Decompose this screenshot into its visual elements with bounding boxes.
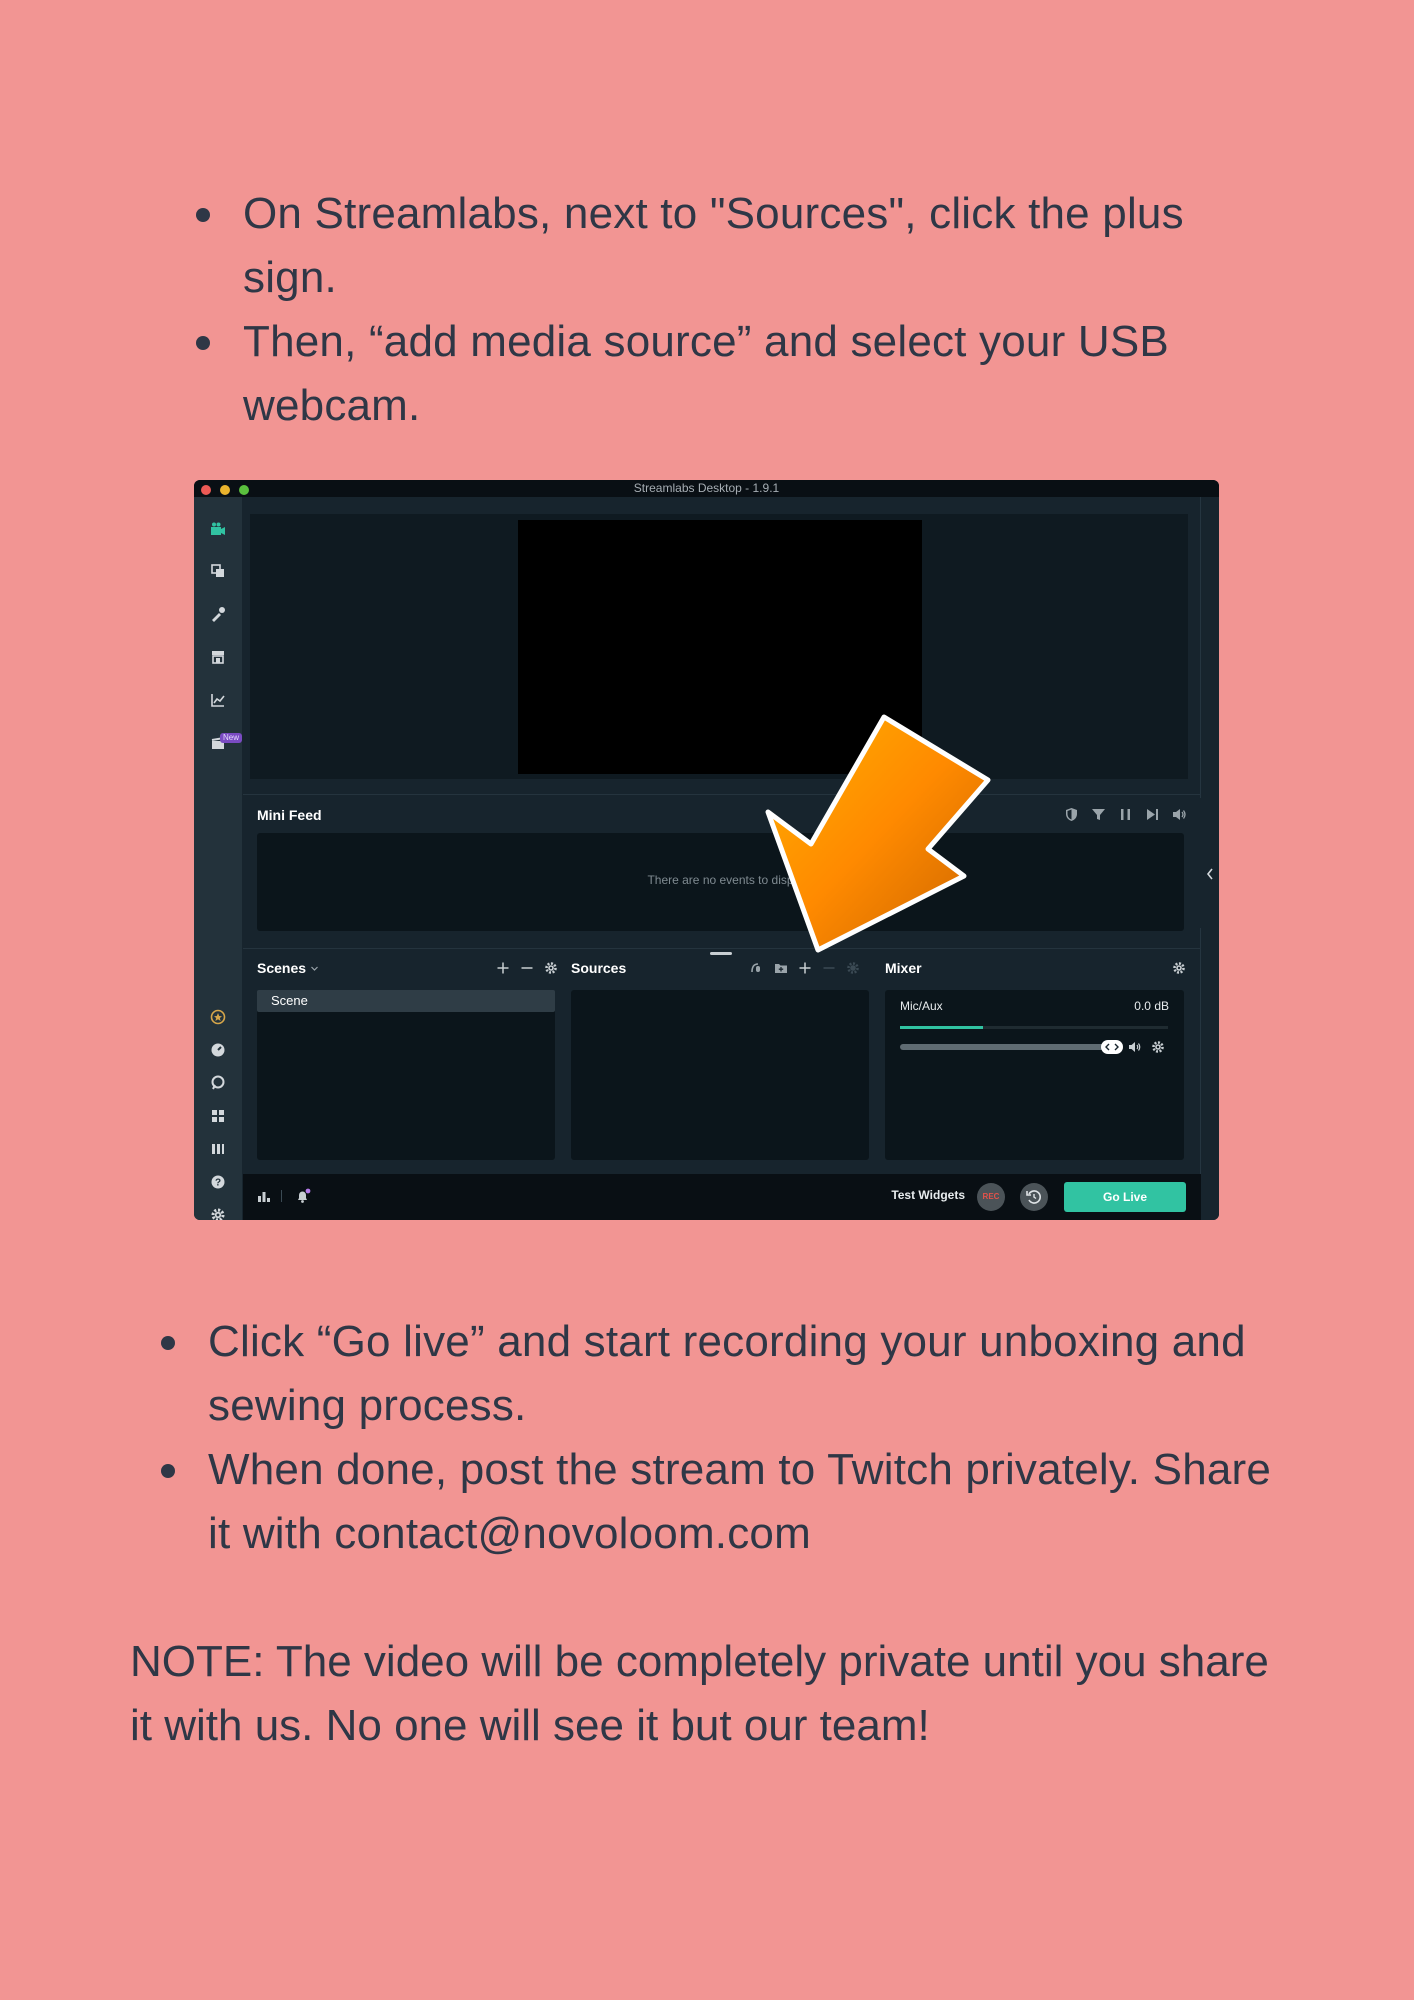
orange-arrow-icon [765,714,991,953]
privacy-note: NOTE: The video will be completely priva… [130,1637,1269,1750]
top-instructions: On Streamlabs, next to "Sources", click … [196,182,1283,438]
instruction-item: When done, post the stream to Twitch pri… [161,1438,1288,1566]
instruction-item: Click “Go live” and start recording your… [161,1310,1288,1438]
instruction-item: Then, “add media source” and select your… [196,310,1283,438]
bottom-instructions: Click “Go live” and start recording your… [161,1310,1288,1566]
instruction-item: On Streamlabs, next to "Sources", click … [196,182,1283,310]
streamlabs-window: Streamlabs Desktop - 1.9.1 New ? Mini Fe… [194,480,1219,1220]
